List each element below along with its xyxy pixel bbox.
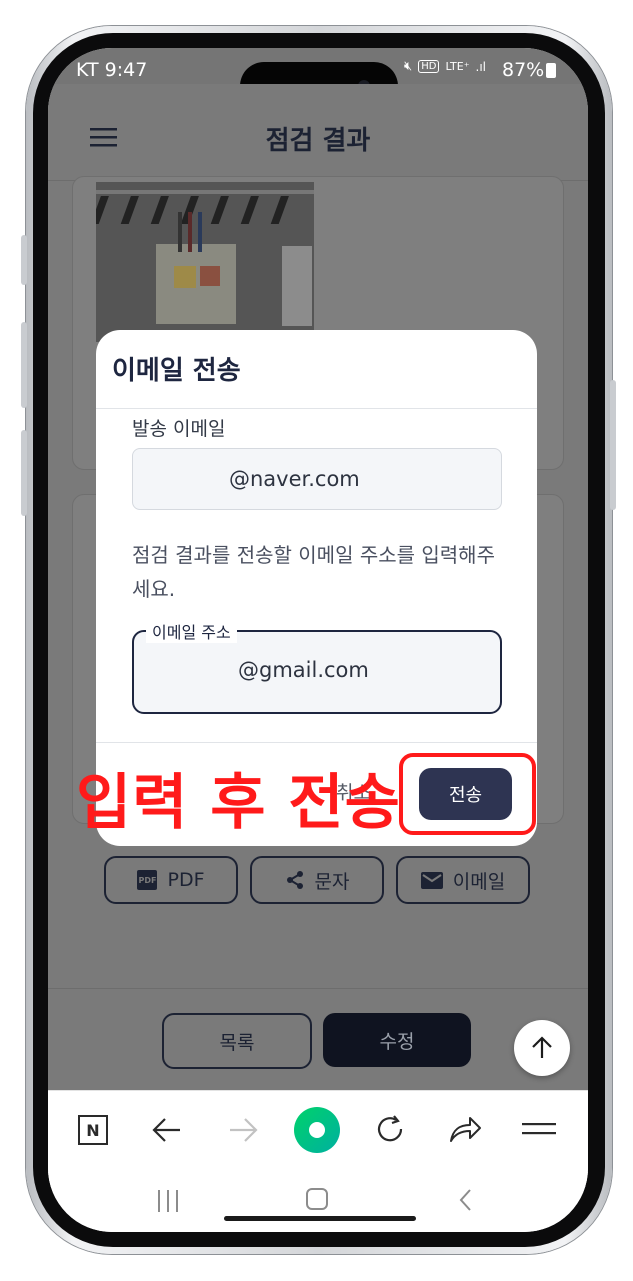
sms-button[interactable]: 문자 xyxy=(250,856,384,904)
recipient-email-value: @gmail.com xyxy=(238,658,369,682)
lte-icon: LTE⁺ xyxy=(445,60,470,73)
sender-email-value: @naver.com xyxy=(229,467,360,491)
mail-icon xyxy=(420,871,443,889)
recipient-label: 이메일 주소 xyxy=(146,619,237,643)
power-button xyxy=(610,380,616,510)
share-forward-icon[interactable] xyxy=(448,1115,482,1143)
sms-label: 문자 xyxy=(314,870,350,893)
carrier-time: KT 9:47 xyxy=(76,59,148,81)
battery-percent: 87% xyxy=(502,59,545,81)
pdf-label: PDF xyxy=(167,869,205,891)
share-icon xyxy=(286,871,303,889)
modal-footer-divider xyxy=(96,742,537,743)
list-button[interactable]: 목록 xyxy=(162,1013,312,1069)
sender-label: 발송 이메일 xyxy=(132,418,226,440)
footer-divider xyxy=(48,988,588,989)
system-nav-bar xyxy=(48,1172,588,1232)
instruction-text: 점검 결과를 전송할 이메일 주소를 입력해주세요. xyxy=(132,543,495,601)
email-button[interactable]: 이메일 xyxy=(396,856,530,904)
hd-icon: HD xyxy=(418,60,440,73)
mute-icon: 🔇︎ xyxy=(404,59,413,74)
pdf-icon: PDF xyxy=(137,870,158,890)
app-header: 점검 결과 xyxy=(48,84,588,181)
modal-title-divider xyxy=(96,408,537,409)
scroll-top-button[interactable] xyxy=(514,1020,570,1076)
screen: KT 9:47 🔇︎ HD LTE⁺ .ıl 87% 점검 결과 PDF PDF… xyxy=(48,48,588,1232)
modal-title: 이메일 전송 xyxy=(112,356,241,386)
home-indicator xyxy=(224,1216,416,1221)
email-label: 이메일 xyxy=(452,870,506,893)
browser-toolbar: N xyxy=(48,1090,588,1173)
annotation-text: 입력 후 전송 xyxy=(76,768,401,838)
system-back-icon[interactable] xyxy=(458,1188,472,1212)
inspection-photo xyxy=(96,182,314,342)
green-dot-inner xyxy=(309,1122,325,1138)
volume-button xyxy=(21,235,27,285)
edit-button[interactable]: 수정 xyxy=(323,1013,471,1067)
forward-icon[interactable] xyxy=(228,1117,258,1143)
sender-email-field[interactable]: @naver.com xyxy=(132,448,502,510)
pdf-button[interactable]: PDF PDF xyxy=(104,856,238,904)
naver-home-icon[interactable]: N xyxy=(78,1115,108,1145)
volume-down-button xyxy=(21,430,27,516)
page-title: 점검 결과 xyxy=(265,126,371,156)
recent-apps-icon[interactable] xyxy=(156,1190,180,1212)
back-icon[interactable] xyxy=(152,1117,182,1143)
edit-label: 수정 xyxy=(379,1030,415,1053)
reload-icon[interactable] xyxy=(374,1113,406,1145)
menu-lines-icon[interactable] xyxy=(522,1121,556,1137)
status-icons: 🔇︎ HD LTE⁺ .ıl xyxy=(404,59,486,74)
send-highlight-box xyxy=(399,753,536,835)
volume-up-button xyxy=(21,322,27,408)
green-dot-icon[interactable] xyxy=(294,1107,340,1153)
list-label: 목록 xyxy=(219,1031,255,1054)
battery-icon xyxy=(546,63,556,78)
signal-icon: .ıl xyxy=(475,59,487,74)
arrow-up-icon xyxy=(532,1036,552,1058)
home-icon[interactable] xyxy=(306,1188,328,1210)
